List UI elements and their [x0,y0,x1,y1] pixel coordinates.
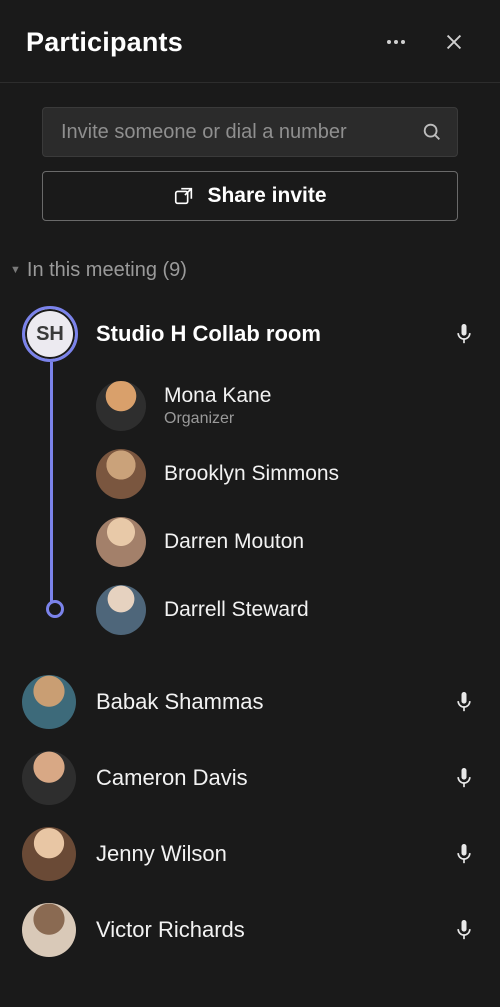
mic-button[interactable] [444,766,484,790]
participant-name: Darren Mouton [164,530,304,554]
room-members: Mona Kane Organizer Brooklyn Simmons Dar… [50,362,484,644]
room-mic-button[interactable] [444,322,484,346]
microphone-icon [454,322,474,346]
mic-button[interactable] [444,842,484,866]
panel-title: Participants [26,27,376,58]
list-item[interactable]: Babak Shammas [22,664,484,740]
list-item[interactable]: Jenny Wilson [22,816,484,892]
list-item[interactable]: Mona Kane Organizer [96,372,484,440]
participant-name: Brooklyn Simmons [164,462,339,486]
list-item[interactable]: Darrell Steward [96,576,484,644]
section-label: In this meeting (9) [27,259,187,282]
avatar [22,827,76,881]
invite-area: Share invite [0,83,500,235]
participant-name: Babak Shammas [96,689,444,715]
list-item[interactable]: Brooklyn Simmons [96,440,484,508]
participant-name: Jenny Wilson [96,841,444,867]
participants-panel: Participants Share invite ▼ In this meet… [0,0,500,1007]
participant-list: SH Studio H Collab room Mona Kane Organi… [0,288,500,1007]
share-invite-button[interactable]: Share invite [42,171,458,221]
avatar [96,449,146,499]
collapse-icon: ▼ [10,264,21,276]
list-item[interactable]: Victor Richards [22,892,484,968]
invite-search-box[interactable] [42,107,458,157]
avatar [96,585,146,635]
list-item[interactable]: Darren Mouton [96,508,484,576]
share-invite-label: Share invite [207,184,326,208]
mic-button[interactable] [444,918,484,942]
participant-name: Victor Richards [96,917,444,943]
participant-name: Mona Kane [164,384,271,408]
room-row[interactable]: SH Studio H Collab room [22,306,484,362]
close-icon [443,31,465,53]
microphone-icon [454,842,474,866]
list-item[interactable]: Cameron Davis [22,740,484,816]
close-button[interactable] [434,22,474,62]
avatar [22,903,76,957]
more-options-icon [384,30,408,54]
participant-name: Cameron Davis [96,765,444,791]
avatar [22,751,76,805]
search-icon [421,121,443,143]
avatar [96,381,146,431]
other-participants: Babak Shammas Cameron Davis Jenny Wilson [22,644,484,968]
avatar [96,517,146,567]
more-options-button[interactable] [376,22,416,62]
microphone-icon [454,918,474,942]
microphone-icon [454,766,474,790]
share-icon [173,185,195,207]
participant-name: Darrell Steward [164,598,309,622]
avatar [22,675,76,729]
room-avatar: SH [22,306,78,362]
section-heading[interactable]: ▼ In this meeting (9) [0,235,500,288]
panel-header: Participants [0,0,500,83]
invite-input[interactable] [61,121,421,144]
microphone-icon [454,690,474,714]
mic-button[interactable] [444,690,484,714]
room-name: Studio H Collab room [96,321,444,347]
participant-role: Organizer [164,410,271,428]
